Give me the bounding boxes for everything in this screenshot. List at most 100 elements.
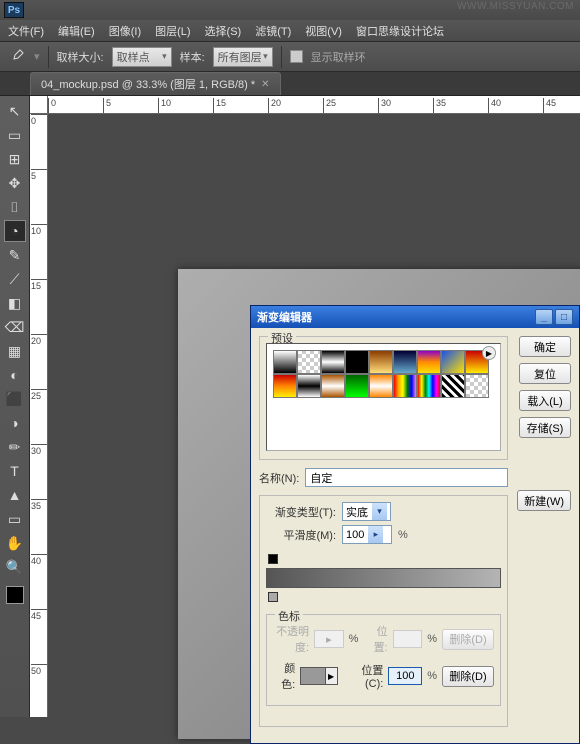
maximize-icon[interactable]: □ — [555, 309, 573, 325]
color-stop[interactable] — [268, 592, 278, 602]
ok-button[interactable]: 确定 — [519, 336, 571, 357]
menu-view[interactable]: 视图(V) — [305, 23, 342, 39]
stops-label: 色标 — [275, 608, 303, 624]
ruler-origin[interactable] — [30, 96, 48, 114]
presets-group: 预设 ▶ — [259, 336, 508, 460]
tool-button[interactable]: ◐ — [4, 364, 26, 386]
gradient-preset[interactable] — [369, 350, 393, 374]
stops-group: 色标 不透明度: ▸ % 位置: % 删除(D) 颜色: ▶ — [266, 614, 501, 706]
gradient-preset[interactable] — [297, 350, 321, 374]
position-label: 位置: — [368, 623, 387, 655]
opacity-label: 不透明度: — [273, 623, 309, 655]
tool-button[interactable]: ◧ — [4, 292, 26, 314]
gradient-editor-dialog: 渐变编辑器 _ □ 预设 ▶ 名称(N): 自定 渐变类型(T): 实底▾ — [250, 305, 580, 744]
menu-window[interactable]: 窗口思缘设计论坛 — [356, 23, 444, 39]
eyedropper-icon — [8, 48, 26, 66]
tool-button[interactable]: ✎ — [4, 244, 26, 266]
position-input — [393, 630, 423, 648]
close-icon[interactable]: ✕ — [261, 79, 269, 90]
opacity-input: ▸ — [314, 630, 344, 648]
sample-label: 样本: — [180, 49, 205, 65]
sample-size-label: 取样大小: — [57, 49, 104, 65]
gradient-preset[interactable] — [345, 374, 369, 398]
tool-button[interactable]: 🔍 — [4, 556, 26, 578]
document-tab[interactable]: 04_mockup.psd @ 33.3% (图层 1, RGB/8) * ✕ — [30, 72, 281, 95]
tool-button[interactable]: ✏ — [4, 436, 26, 458]
load-button[interactable]: 载入(L) — [519, 390, 571, 411]
minimize-icon[interactable]: _ — [535, 309, 553, 325]
tool-button[interactable]: ▦ — [4, 340, 26, 362]
ruler-vertical[interactable]: 0510152025303540455055 — [30, 114, 48, 717]
menu-file[interactable]: 文件(F) — [8, 23, 44, 39]
position2-input[interactable]: 100 — [388, 667, 422, 685]
tool-button[interactable]: ✥ — [4, 172, 26, 194]
menu-layer[interactable]: 图层(L) — [155, 23, 190, 39]
tool-button[interactable]: ⟋ — [4, 268, 26, 290]
name-label: 名称(N): — [259, 470, 299, 486]
ring-checkbox[interactable] — [290, 50, 303, 63]
delete-opacity-button[interactable]: 删除(D) — [442, 629, 494, 650]
gradient-preset[interactable] — [273, 374, 297, 398]
save-button[interactable]: 存储(S) — [519, 417, 571, 438]
preset-list[interactable]: ▶ — [266, 343, 501, 451]
menu-image[interactable]: 图像(I) — [109, 23, 141, 39]
document-tabs: 04_mockup.psd @ 33.3% (图层 1, RGB/8) * ✕ — [0, 72, 580, 96]
gradient-bar[interactable] — [266, 568, 501, 588]
gradient-preset[interactable] — [417, 350, 441, 374]
gradient-preset[interactable] — [345, 350, 369, 374]
ring-checkbox-label: 显示取样环 — [311, 49, 366, 65]
tool-button[interactable]: ⌷ — [4, 196, 26, 218]
gradient-preset[interactable] — [393, 350, 417, 374]
preset-menu-icon[interactable]: ▶ — [482, 346, 496, 360]
tool-button[interactable]: ◔ — [4, 220, 26, 242]
smooth-unit: % — [398, 529, 408, 541]
tool-button[interactable]: ▭ — [4, 124, 26, 146]
dialog-title: 渐变编辑器 — [257, 309, 312, 325]
tool-button[interactable]: ✋ — [4, 532, 26, 554]
type-select[interactable]: 实底▾ — [342, 502, 391, 521]
sample-size-select[interactable]: 取样点▾ — [112, 47, 172, 67]
gradient-preset[interactable] — [393, 374, 417, 398]
sample-select[interactable]: 所有图层▾ — [213, 47, 273, 67]
color-picker[interactable]: ▶ — [300, 667, 337, 685]
gradient-preset[interactable] — [321, 350, 345, 374]
menu-select[interactable]: 选择(S) — [205, 23, 242, 39]
gradient-preset[interactable] — [297, 374, 321, 398]
gradient-preset[interactable] — [369, 374, 393, 398]
smooth-input[interactable]: 100▸ — [342, 525, 392, 544]
dialog-titlebar[interactable]: 渐变编辑器 _ □ — [251, 306, 579, 328]
menu-filter[interactable]: 滤镜(T) — [255, 23, 291, 39]
app-titlebar: Ps WWW.MISSYUAN.COM — [0, 0, 580, 20]
smooth-label: 平滑度(M): — [266, 527, 336, 543]
new-button[interactable]: 新建(W) — [517, 490, 571, 511]
watermark: WWW.MISSYUAN.COM — [457, 1, 574, 12]
gradient-type-group: 渐变类型(T): 实底▾ 平滑度(M): 100▸ % 色标 不透明度: ▸ — [259, 495, 508, 727]
tool-button[interactable]: ▲ — [4, 484, 26, 506]
tool-button[interactable]: ⊞ — [4, 148, 26, 170]
ps-logo: Ps — [4, 2, 24, 18]
foreground-swatch[interactable] — [6, 586, 24, 604]
tool-button[interactable]: ↖ — [4, 100, 26, 122]
options-bar: ▾ 取样大小: 取样点▾ 样本: 所有图层▾ 显示取样环 — [0, 42, 580, 72]
tool-button[interactable]: T — [4, 460, 26, 482]
color-label: 颜色: — [273, 660, 295, 692]
tab-title: 04_mockup.psd @ 33.3% (图层 1, RGB/8) * — [41, 76, 255, 92]
opacity-stop[interactable] — [268, 554, 278, 564]
type-label: 渐变类型(T): — [266, 504, 336, 520]
tool-button[interactable]: ⌫ — [4, 316, 26, 338]
gradient-preset[interactable] — [441, 350, 465, 374]
tool-button[interactable]: ◑ — [4, 412, 26, 434]
tool-button[interactable]: ⬛ — [4, 388, 26, 410]
delete-color-button[interactable]: 删除(D) — [442, 666, 494, 687]
ruler-horizontal[interactable]: 051015202530354045 — [48, 96, 580, 114]
gradient-preset[interactable] — [441, 374, 465, 398]
tool-button[interactable]: ▭ — [4, 508, 26, 530]
menu-bar: 文件(F) 编辑(E) 图像(I) 图层(L) 选择(S) 滤镜(T) 视图(V… — [0, 20, 580, 42]
menu-edit[interactable]: 编辑(E) — [58, 23, 95, 39]
gradient-preset[interactable] — [273, 350, 297, 374]
gradient-preset[interactable] — [417, 374, 441, 398]
reset-button[interactable]: 复位 — [519, 363, 571, 384]
gradient-preset[interactable] — [321, 374, 345, 398]
name-input[interactable]: 自定 — [305, 468, 508, 487]
gradient-preset[interactable] — [465, 374, 489, 398]
